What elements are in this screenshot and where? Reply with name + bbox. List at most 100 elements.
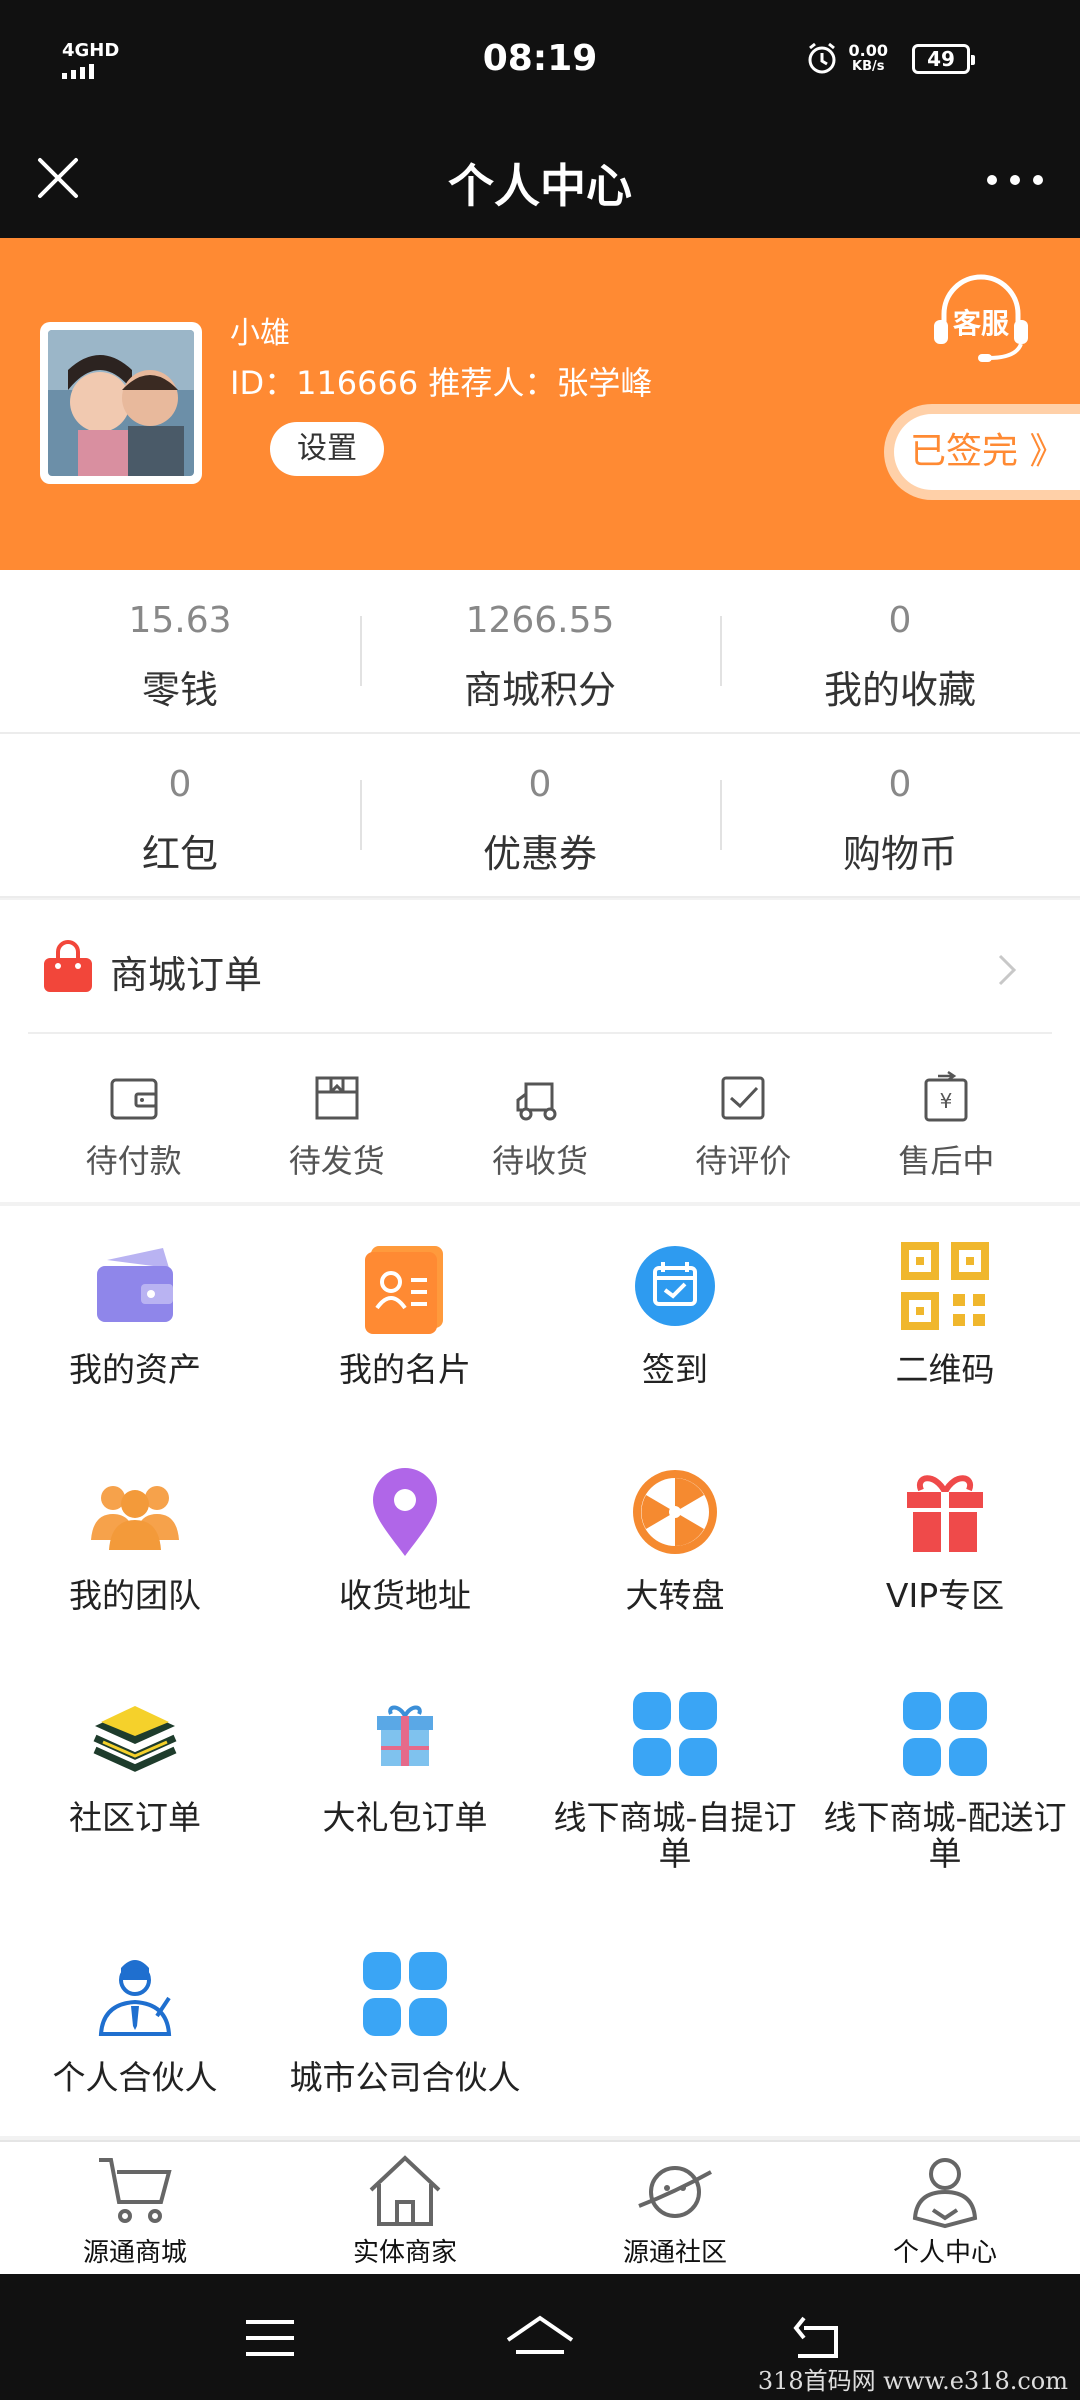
- grid-item-checkin[interactable]: 签到: [540, 1238, 810, 1388]
- house-icon: [369, 2155, 441, 2226]
- stat-value: 0: [888, 764, 912, 805]
- stat-label: 优惠券: [482, 832, 597, 876]
- avatar-photo: [48, 330, 194, 476]
- user-id-referrer: ID：116666 推荐人：张学峰: [230, 364, 653, 402]
- grid-item-label: 我的资产: [69, 1350, 201, 1389]
- profile-header: 小雄 ID：116666 推荐人：张学峰 设置 客服 已签完 》: [0, 238, 1080, 570]
- stat-label: 商城积分: [463, 668, 616, 712]
- menu-icon[interactable]: [240, 2308, 300, 2368]
- partner-icon: [98, 1960, 172, 2036]
- title-bar: 个人中心: [0, 120, 1080, 238]
- alarm-icon: [808, 42, 836, 74]
- grid-item-personal-partner[interactable]: 个人合伙人: [0, 1946, 270, 2096]
- signed-in-button[interactable]: 已签完 》: [884, 404, 1080, 500]
- tab-profile[interactable]: 个人中心: [810, 2142, 1080, 2274]
- home-icon[interactable]: [504, 2308, 576, 2368]
- cart-icon: [99, 2158, 172, 2223]
- apps-icon: [633, 1692, 717, 1776]
- order-status-label: 待收货: [492, 1142, 589, 1180]
- grid-item-label: 城市公司合伙人: [289, 2058, 521, 2097]
- avatar[interactable]: [40, 322, 202, 484]
- grid-item-my-team[interactable]: 我的团队: [0, 1464, 270, 1614]
- order-pending-receipt[interactable]: 待收货: [438, 1034, 641, 1202]
- giftbox-icon: [377, 1705, 433, 1766]
- order-status-row: 待付款 待发货 待收货 待评价 ¥ 售后中: [0, 1034, 1080, 1202]
- bottom-tab-bar: 源通商城 实体商家 源通社区 个人中心: [0, 2140, 1080, 2274]
- more-icon[interactable]: [980, 150, 1050, 210]
- grid-item-label: 线下商城-配送订单: [823, 1798, 1067, 1873]
- grid-item-qrcode[interactable]: 二维码: [810, 1238, 1080, 1388]
- review-icon: [721, 1076, 765, 1120]
- planet-icon: [638, 2166, 712, 2218]
- grid-item-my-assets[interactable]: 我的资产: [0, 1238, 270, 1388]
- grid-item-gift-package-orders[interactable]: 大礼包订单: [270, 1686, 540, 1836]
- grid-item-city-partner[interactable]: 城市公司合伙人: [270, 1946, 540, 2096]
- order-status-label: 待发货: [288, 1142, 385, 1180]
- team-icon: [91, 1486, 179, 1550]
- stat-balance[interactable]: 15.63 零钱: [0, 570, 360, 732]
- order-status-label: 待付款: [85, 1142, 182, 1180]
- grid-item-my-card[interactable]: 我的名片: [270, 1238, 540, 1388]
- order-after-sales[interactable]: ¥ 售后中: [845, 1034, 1048, 1202]
- account-stats: 15.63 零钱 1266.55 商城积分 0 我的收藏 0 红包 0 优惠券 0 购物币: [0, 570, 1080, 898]
- battery-level: 49: [927, 47, 955, 71]
- stat-value: 1266.55: [465, 600, 615, 641]
- chevron-right-icon: [998, 954, 1017, 986]
- tab-merchants[interactable]: 实体商家: [270, 2142, 540, 2274]
- grid-item-offline-delivery-orders[interactable]: 线下商城-配送订单: [810, 1686, 1080, 1872]
- stat-label: 我的收藏: [823, 668, 976, 712]
- grid-item-label: 大转盘: [625, 1576, 725, 1615]
- grid-item-vip[interactable]: VIP专区: [810, 1464, 1080, 1614]
- status-bar: 4GHD 08:19 0.00 KB/s 49: [0, 0, 1080, 120]
- settings-button[interactable]: 设置: [270, 422, 384, 476]
- asset-wallet-icon: [97, 1248, 173, 1322]
- feature-grid: 我的资产 我的名片 签到 二维码 我的团队 收货地址 大转盘 VIP专区 社区订…: [0, 1206, 1080, 2136]
- stat-coupons[interactable]: 0 优惠券: [360, 734, 720, 896]
- grid-item-lucky-wheel[interactable]: 大转盘: [540, 1464, 810, 1614]
- order-pending-review[interactable]: 待评价: [642, 1034, 845, 1202]
- grid-item-offline-pickup-orders[interactable]: 线下商城-自提订单: [540, 1686, 810, 1872]
- stat-points[interactable]: 1266.55 商城积分: [360, 570, 720, 732]
- stat-red-packet[interactable]: 0 红包: [0, 734, 360, 896]
- tab-mall[interactable]: 源通商城: [0, 2142, 270, 2274]
- box-icon: [315, 1076, 359, 1120]
- customer-service-button[interactable]: 客服: [926, 274, 1036, 364]
- stat-value: 0: [168, 764, 192, 805]
- grid-item-community-orders[interactable]: 社区订单: [0, 1686, 270, 1836]
- customer-service-label: 客服: [952, 307, 1009, 340]
- grid-item-label: 签到: [642, 1350, 708, 1389]
- card-icon: [365, 1246, 443, 1334]
- order-pending-payment[interactable]: 待付款: [32, 1034, 235, 1202]
- svg-text:¥: ¥: [940, 1089, 953, 1113]
- net-speed-value: 0.00: [848, 41, 888, 60]
- tab-community[interactable]: 源通社区: [540, 2142, 810, 2274]
- mall-orders-header[interactable]: 商城订单: [28, 900, 1052, 1034]
- grid-item-label: 大礼包订单: [322, 1798, 488, 1837]
- order-status-label: 售后中: [898, 1142, 995, 1180]
- truck-icon: [516, 1082, 557, 1121]
- back-icon[interactable]: [790, 2308, 850, 2368]
- grid-item-label: 个人合伙人: [52, 2058, 218, 2097]
- tab-label: 源通商城: [82, 2238, 187, 2268]
- stats-row: 15.63 零钱 1266.55 商城积分 0 我的收藏: [0, 570, 1080, 734]
- page-title: 个人中心: [448, 159, 632, 213]
- qrcode-icon: [901, 1242, 989, 1330]
- location-icon: [373, 1468, 437, 1556]
- apps-icon: [903, 1692, 987, 1776]
- mall-orders-title: 商城订单: [110, 953, 263, 997]
- gift-icon: [907, 1475, 983, 1552]
- order-status-label: 待评价: [695, 1142, 792, 1180]
- wallet-icon: [110, 1078, 158, 1120]
- net-speed-unit: KB/s: [852, 59, 885, 74]
- mall-orders-section: 商城订单 待付款 待发货 待收货 待评价 ¥ 售后中: [0, 900, 1080, 1202]
- order-pending-shipment[interactable]: 待发货: [235, 1034, 438, 1202]
- stat-value: 0: [528, 764, 552, 805]
- stat-shopping-coins[interactable]: 0 购物币: [720, 734, 1080, 896]
- grid-item-label: 二维码: [895, 1350, 995, 1389]
- grid-item-label: 我的团队: [69, 1576, 201, 1615]
- tab-label: 个人中心: [892, 2238, 997, 2268]
- stat-favorites[interactable]: 0 我的收藏: [720, 570, 1080, 732]
- grid-item-address[interactable]: 收货地址: [270, 1464, 540, 1614]
- tab-label: 源通社区: [622, 2238, 727, 2268]
- refund-icon: ¥: [924, 1070, 968, 1122]
